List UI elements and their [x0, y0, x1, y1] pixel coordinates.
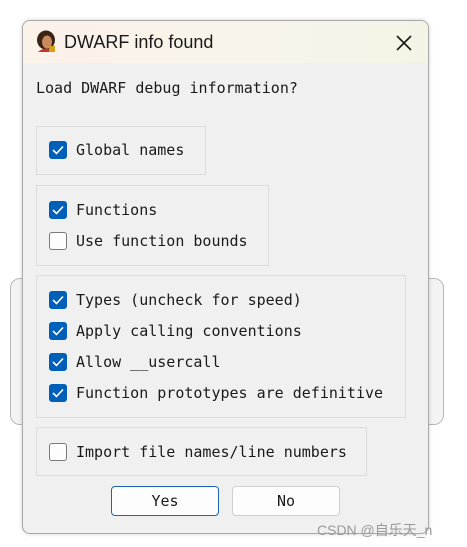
group-names: Global names: [36, 126, 206, 175]
option-label: Functions: [76, 201, 158, 219]
close-button[interactable]: [388, 27, 420, 59]
checkbox-checked[interactable]: [49, 141, 67, 159]
title-bar: DWARF info found: [23, 21, 428, 63]
prompt-text: Load DWARF debug information?: [36, 79, 298, 97]
group-types: Types (uncheck for speed) Apply calling …: [36, 275, 406, 418]
option-apply-calling-conventions[interactable]: Apply calling conventions: [49, 320, 302, 342]
checkbox-unchecked[interactable]: [49, 443, 67, 461]
no-button[interactable]: No: [232, 486, 340, 516]
checkbox-checked[interactable]: [49, 384, 67, 402]
check-icon: [52, 388, 64, 398]
checkbox-checked[interactable]: [49, 201, 67, 219]
option-import-file-names[interactable]: Import file names/line numbers: [49, 441, 347, 463]
check-icon: [52, 295, 64, 305]
check-icon: [52, 357, 64, 367]
option-prototypes-definitive[interactable]: Function prototypes are definitive: [49, 382, 383, 404]
checkbox-checked[interactable]: [49, 353, 67, 371]
option-label: Apply calling conventions: [76, 322, 302, 340]
option-label: Use function bounds: [76, 232, 248, 250]
checkbox-checked[interactable]: [49, 322, 67, 340]
checkbox-checked[interactable]: [49, 291, 67, 309]
group-functions: Functions Use function bounds: [36, 185, 269, 266]
option-types[interactable]: Types (uncheck for speed): [49, 289, 302, 311]
dwarf-dialog: DWARF info found Load DWARF debug inform…: [22, 20, 429, 534]
check-icon: [52, 326, 64, 336]
option-label: Global names: [76, 141, 185, 159]
option-label: Function prototypes are definitive: [76, 384, 384, 402]
option-label: Types (uncheck for speed): [76, 291, 302, 309]
check-icon: [52, 145, 64, 155]
close-icon: [396, 35, 412, 51]
ida-app-icon: [37, 30, 55, 52]
option-allow-usercall[interactable]: Allow __usercall: [49, 351, 221, 373]
option-label: Allow __usercall: [76, 353, 221, 371]
check-icon: [52, 205, 64, 215]
option-use-function-bounds[interactable]: Use function bounds: [49, 230, 248, 252]
watermark: CSDN @自乐天_n: [317, 522, 433, 538]
yes-button[interactable]: Yes: [111, 486, 219, 516]
group-import: Import file names/line numbers: [36, 427, 367, 476]
option-functions[interactable]: Functions: [49, 199, 157, 221]
checkbox-unchecked[interactable]: [49, 232, 67, 250]
option-label: Import file names/line numbers: [76, 443, 347, 461]
dialog-title: DWARF info found: [64, 32, 214, 52]
option-global-names[interactable]: Global names: [49, 139, 184, 161]
